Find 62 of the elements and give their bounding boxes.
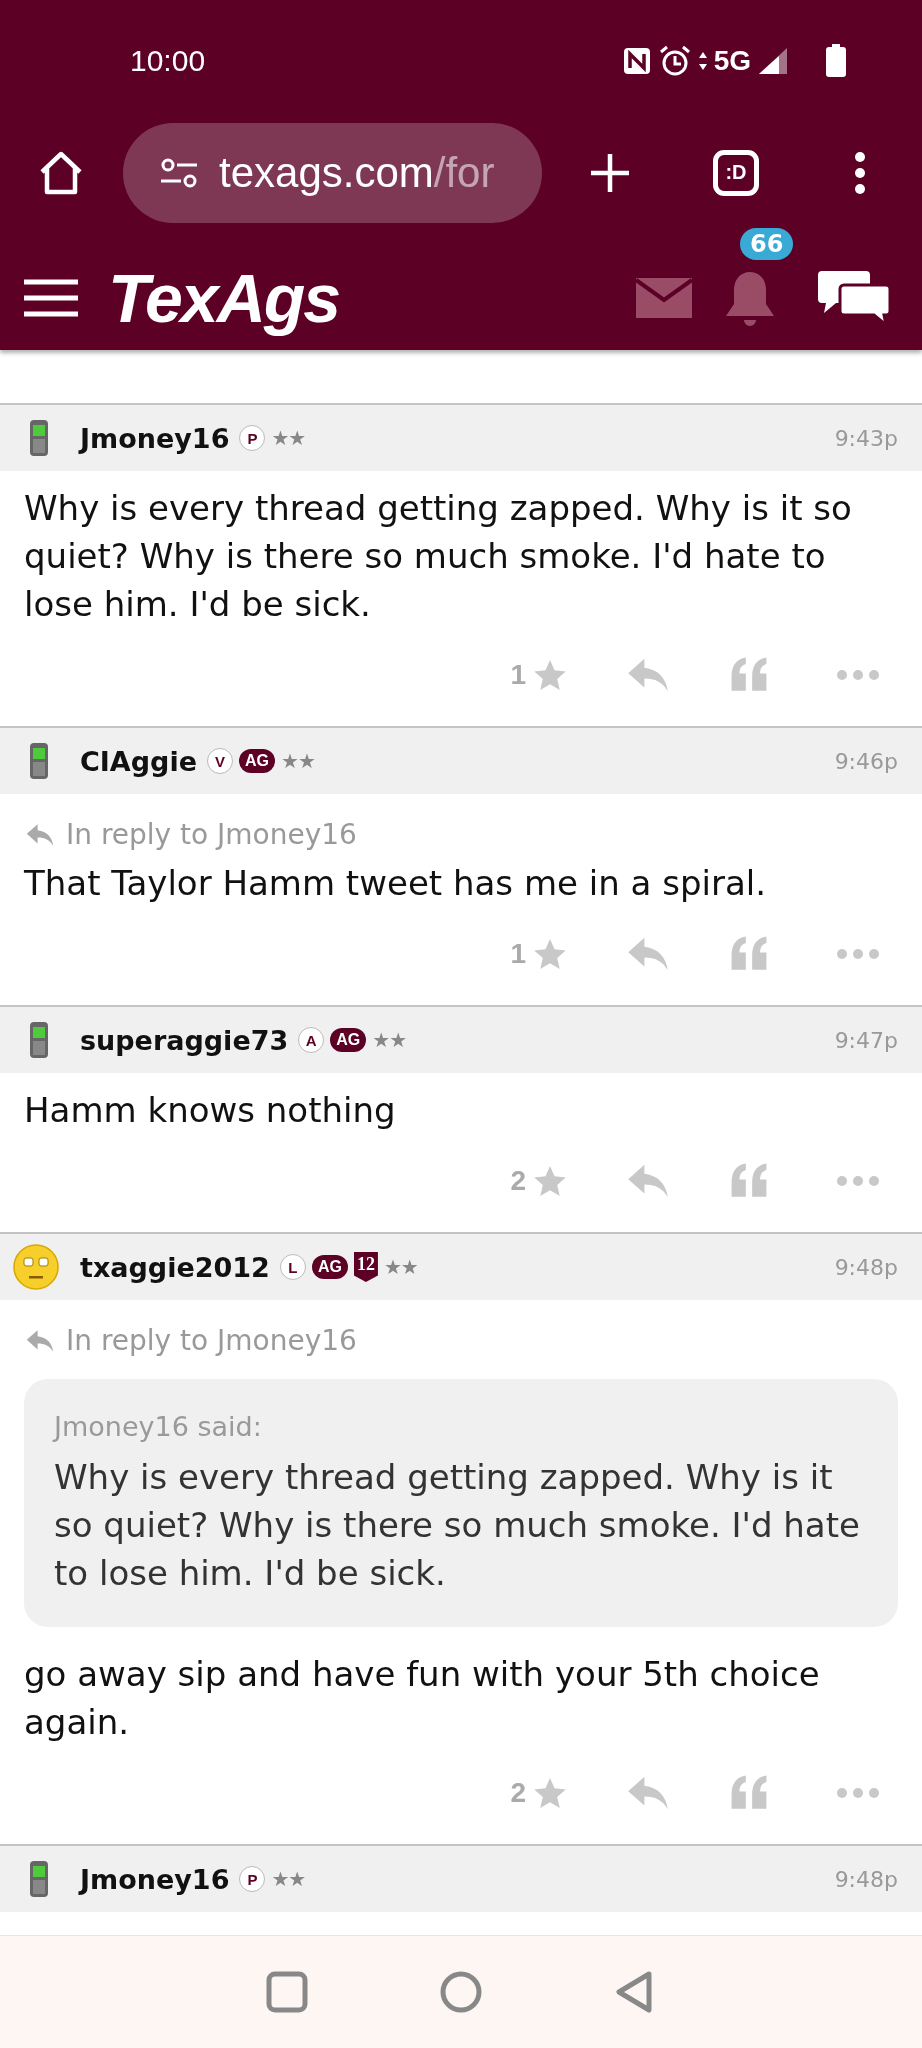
author-name[interactable]: Jmoney16 [80,1863,230,1895]
author-name[interactable]: CIAggie [80,745,197,777]
quote-attribution: Jmoney16 said: [54,1410,263,1444]
reply-icon[interactable] [626,1163,670,1199]
rank-stars: ★★ [271,426,306,450]
star-count: 1 [510,938,526,970]
quote-icon[interactable] [730,1775,768,1811]
star-count: 1 [510,659,526,691]
rank-badge: V [207,748,233,774]
star-count: 2 [510,1165,526,1197]
quote-icon[interactable] [730,1163,768,1199]
signal-icon [757,46,789,76]
recents-icon[interactable] [265,1970,309,2014]
ag-badge: AG [239,749,275,773]
menu-icon[interactable] [854,150,866,195]
rank-stars: ★★ [383,1255,418,1279]
network-type: 5G [713,45,751,77]
url-text: texags.com/for [219,148,495,197]
post-time: 9:46p [834,748,898,774]
post-time: 9:43p [834,425,898,451]
tab-switcher-button[interactable]: :D [713,149,759,196]
reply-icon[interactable] [626,936,670,972]
ag-badge: AG [311,1255,348,1279]
post-time: 9:48p [834,1254,898,1280]
post-text: That Taylor Hamm tweet has me in a spiral. [24,862,767,905]
quote-icon[interactable] [730,936,768,972]
battery-icon [825,44,847,78]
site-settings-icon[interactable] [159,156,199,189]
ag-badge: AG [330,1028,367,1052]
class-year-badge: 12 [353,1252,378,1282]
post-time: 9:48p [834,1866,898,1892]
rank-badge: A [298,1027,325,1053]
rank-badge: P [239,425,266,451]
author-name[interactable]: txaggie2012 [80,1251,270,1283]
alarm-icon [657,45,692,77]
mail-icon[interactable] [636,277,692,318]
address-bar[interactable]: texags.com/for [123,122,542,223]
post-text: go away sip and have fun with your 5th choice again. [24,1653,821,1744]
nfc-icon [621,46,652,76]
reply-icon[interactable] [626,657,670,693]
post-time: 9:47p [834,1027,898,1053]
menu-icon[interactable] [24,277,78,318]
site-logo[interactable]: TexAgs [108,258,340,337]
post-text: Hamm knows nothing [24,1089,397,1132]
rank-stars: ★★ [271,1867,306,1891]
star-count: 2 [510,1777,526,1809]
notification-badge: 66 [740,227,794,260]
reply-icon [24,823,56,847]
data-arrows-icon [697,50,708,72]
rank-badge: P [239,1866,266,1892]
clock: 10:00 [130,44,206,78]
quote-text: Why is every thread getting zapped. Why is it so quiet? Why is there so much smoke. I'd hate to lose him. I'd be sick. [54,1456,861,1595]
rank-stars: ★★ [281,749,315,773]
reply-icon[interactable] [626,1775,670,1811]
rank-badge: L [279,1254,306,1280]
author-name[interactable]: superaggie73 [80,1024,289,1056]
quote-icon[interactable] [730,657,768,693]
rank-stars: ★★ [372,1028,407,1052]
post-text: Why is every thread getting zapped. Why is it so quiet? Why is there so much smoke. I'd hate to lose him. I'd be sick. [24,487,853,626]
reply-icon [24,1329,56,1353]
emoji-icon [12,1243,60,1291]
author-name[interactable]: Jmoney16 [80,422,230,454]
